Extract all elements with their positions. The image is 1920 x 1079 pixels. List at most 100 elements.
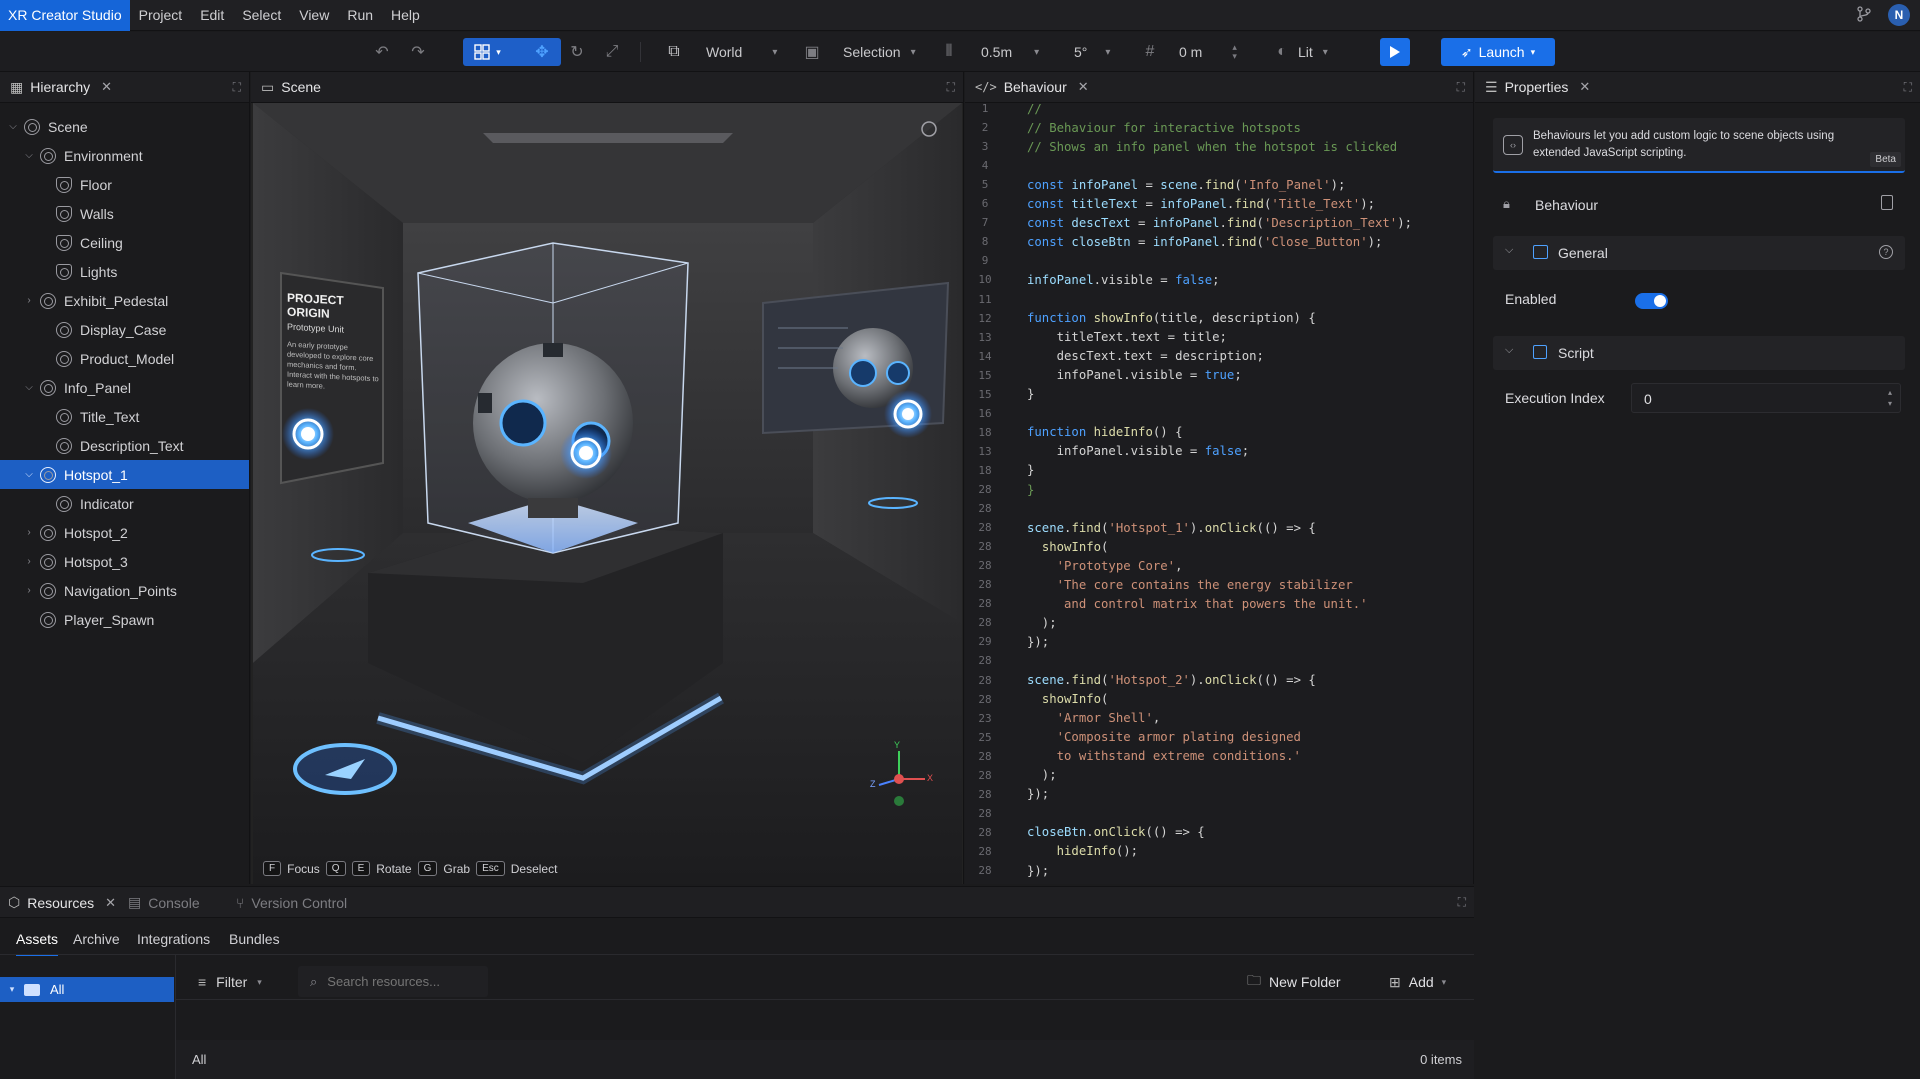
code-line[interactable]: 11 (965, 290, 1474, 309)
menu-run[interactable]: Run (338, 7, 382, 23)
render-mode-dropdown[interactable]: Lit ▾ (1298, 38, 1328, 66)
tab-console[interactable]: ▤ Console (128, 887, 200, 918)
code-line[interactable]: 7 const descText = infoPanel.find('Descri… (965, 213, 1474, 232)
code-line[interactable]: 10 infoPanel.visible = false; (965, 270, 1474, 289)
chevron-down-icon[interactable]: ⌵ (22, 150, 36, 161)
scene-viewport[interactable]: PROJECT ORIGIN Prototype Unit An early p… (253, 103, 962, 884)
code-line[interactable]: 28 (965, 499, 1474, 518)
undo-icon[interactable]: ↶ (370, 38, 394, 66)
chevron-right-icon[interactable]: › (22, 527, 36, 538)
tree-item[interactable]: Display_Case (0, 315, 249, 344)
subtab-bundles[interactable]: Bundles (229, 931, 280, 947)
tree-item[interactable]: Product_Model (0, 344, 249, 373)
code-line[interactable]: 18 function hideInfo() { (965, 423, 1474, 442)
hotspot-1-marker[interactable] (560, 427, 612, 479)
avatar[interactable]: N (1888, 4, 1910, 26)
subtab-integrations[interactable]: Integrations (137, 931, 210, 947)
code-line[interactable]: 28 hideInfo(); (965, 842, 1474, 861)
code-line[interactable]: 1 // (965, 103, 1474, 118)
chevron-down-icon[interactable]: ⌵ (22, 382, 36, 393)
select-tool-icon[interactable]: ▾ (463, 38, 512, 66)
code-line[interactable]: 2 // Behaviour for interactive hotspots (965, 118, 1474, 137)
code-line[interactable]: 28 ); (965, 613, 1474, 632)
search-input[interactable] (327, 974, 478, 989)
tree-item[interactable]: Ceiling (0, 228, 249, 257)
move-tool-icon[interactable]: ✥ (530, 38, 554, 66)
launch-button[interactable]: ➶ Launch ▾ (1441, 38, 1555, 66)
tree-item[interactable]: Lights (0, 257, 249, 286)
tree-item[interactable]: › Hotspot_3 (0, 547, 249, 576)
close-icon[interactable]: ✕ (1579, 79, 1590, 95)
space-dropdown[interactable]: World ▾ (706, 38, 777, 66)
tab-resources[interactable]: ⬡ Resources ✕ (8, 887, 116, 918)
tree-item-all[interactable]: ▾ All (0, 977, 174, 1002)
chevron-down-icon[interactable]: ⌵ (22, 469, 36, 480)
new-folder-button[interactable]: 🗀︎ New Folder (1247, 967, 1341, 997)
code-line[interactable]: 8 const closeBtn = infoPanel.find('Close_… (965, 232, 1474, 251)
maximize-icon[interactable]: ⛶ (233, 80, 241, 95)
code-editor[interactable]: 1 // 2 // Behaviour for interactive hotspot… (965, 103, 1474, 884)
code-line[interactable]: 13 titleText.text = title; (965, 328, 1474, 347)
tree-item[interactable]: ⌵ Hotspot_1 (0, 460, 249, 489)
code-line[interactable]: 28 'Prototype Core', (965, 556, 1474, 575)
chevron-right-icon[interactable]: › (22, 295, 36, 306)
tree-item[interactable]: › Navigation_Points (0, 576, 249, 605)
subtab-archive[interactable]: Archive (73, 931, 120, 947)
general-section-header[interactable]: ⌵ General ? (1493, 236, 1905, 270)
code-line[interactable]: 25 'Composite armor plating designed (965, 728, 1474, 747)
script-section-header[interactable]: ⌵ Script (1493, 336, 1905, 370)
code-line[interactable]: 28 to withstand extreme conditions.' (965, 747, 1474, 766)
code-line[interactable]: 28 scene.find('Hotspot_2').onClick(() => … (965, 671, 1474, 690)
chevron-right-icon[interactable]: › (22, 556, 36, 567)
code-line[interactable]: 15} (965, 385, 1474, 404)
maximize-icon[interactable]: ⛶ (1457, 80, 1465, 95)
filter-button[interactable]: ≡ Filter ▾ (198, 967, 262, 997)
lock-icon[interactable]: 🔒︎ (1503, 196, 1510, 212)
code-line[interactable]: 5 const infoPanel = scene.find('Info_Pane… (965, 175, 1474, 194)
code-line[interactable]: 13 infoPanel.visible = false; (965, 442, 1474, 461)
tab-properties[interactable]: ☰ Properties ✕ (1475, 72, 1600, 103)
tree-item[interactable]: ⌵ Environment (0, 141, 249, 170)
tree-item[interactable]: Indicator (0, 489, 249, 518)
tab-hierarchy[interactable]: ▦ Hierarchy ✕ (0, 72, 122, 103)
stepper-icon[interactable]: ▴ ▾ (1888, 387, 1892, 409)
tree-item[interactable]: ⌵ Scene (0, 112, 249, 141)
maximize-icon[interactable]: ⛶ (1904, 80, 1912, 95)
close-icon[interactable]: ✕ (105, 895, 116, 911)
menu-project[interactable]: Project (130, 7, 192, 23)
tree-item[interactable]: Player_Spawn (0, 605, 249, 634)
chevron-down-icon[interactable]: ⌵ (6, 121, 20, 132)
code-line[interactable]: 28 and control matrix that powers the un… (965, 594, 1474, 613)
code-line[interactable]: 28 (965, 651, 1474, 670)
maximize-icon[interactable]: ⛶ (947, 80, 955, 95)
code-line[interactable]: 4 (965, 156, 1474, 175)
code-line[interactable]: 28}); (965, 861, 1474, 880)
code-line[interactable]: 16 (965, 404, 1474, 423)
code-line[interactable]: 14 descText.text = description; (965, 347, 1474, 366)
tree-item[interactable]: › Exhibit_Pedestal (0, 286, 249, 315)
menu-select[interactable]: Select (233, 7, 290, 23)
tab-behaviour[interactable]: </> Behaviour ✕ (965, 72, 1099, 103)
chevron-right-icon[interactable]: › (22, 585, 36, 596)
code-line[interactable]: 18} (965, 461, 1474, 480)
tree-item[interactable]: Description_Text (0, 431, 249, 460)
code-line[interactable]: 28}); (965, 785, 1474, 804)
execution-index-input[interactable]: 0 ▴ ▾ (1631, 383, 1901, 413)
player-spawn-marker[interactable] (293, 743, 397, 795)
tree-item[interactable]: ⌵ Info_Panel (0, 373, 249, 402)
breadcrumb[interactable]: All (192, 1052, 206, 1067)
search-resources-field[interactable]: ⌕ (298, 966, 488, 997)
hotspot-2-marker[interactable] (282, 408, 334, 460)
pivot-dropdown[interactable]: Selection ▾ (843, 38, 916, 66)
grid-input[interactable]: 0 m ▴ ▾ (1179, 38, 1237, 66)
menu-help[interactable]: Help (382, 7, 429, 23)
code-line[interactable]: 28 showInfo( (965, 537, 1474, 556)
tree-item[interactable]: › Hotspot_2 (0, 518, 249, 547)
code-line[interactable]: 28 closeBtn.onClick(() => { (965, 823, 1474, 842)
play-button[interactable] (1380, 38, 1410, 66)
git-branch-icon[interactable] (1856, 5, 1872, 25)
snap-distance-dropdown[interactable]: 0.5m ▾ (981, 38, 1039, 66)
code-line[interactable]: 28 scene.find('Hotspot_1').onClick(() => … (965, 518, 1474, 537)
tree-item[interactable]: Walls (0, 199, 249, 228)
snap-angle-dropdown[interactable]: 5° ▾ (1074, 38, 1110, 66)
